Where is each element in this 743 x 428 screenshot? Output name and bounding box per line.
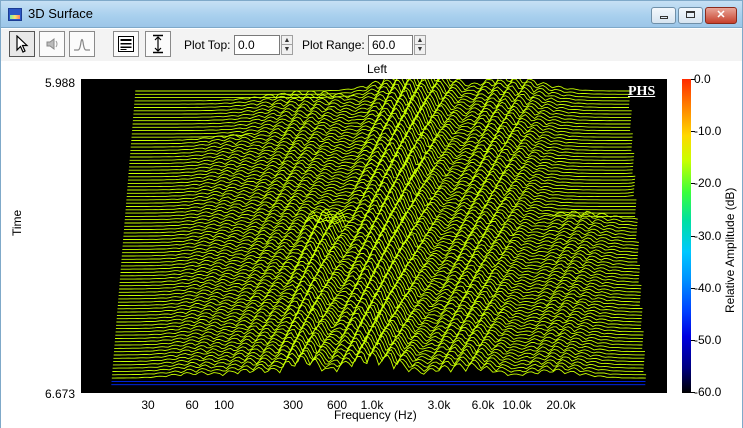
colorbar-label: -40.0 xyxy=(694,281,722,295)
spin-down-icon[interactable]: ▼ xyxy=(415,45,425,54)
maximize-button[interactable] xyxy=(678,7,703,24)
window: 3D Surface ✕ Plot Top: 0.0 ▲ ▼ Plot Rang… xyxy=(0,0,743,428)
y-axis-bottom-label: 6.673 xyxy=(45,387,76,401)
y-axis-label: Time xyxy=(10,209,24,236)
vertical-expand-icon xyxy=(153,34,163,54)
plot-top-label: Plot Top: xyxy=(184,38,231,52)
colorbar-label: -30.0 xyxy=(694,229,722,243)
plot-title: Left xyxy=(366,62,387,76)
maximize-icon xyxy=(686,11,695,18)
colorbar-label: -20.0 xyxy=(694,176,722,190)
window-title: 3D Surface xyxy=(28,6,94,21)
plot-top-spinner[interactable]: ▲ ▼ xyxy=(281,35,293,55)
x-tick-label: 6.0k xyxy=(471,398,495,412)
colorbar-label: -10.0 xyxy=(694,124,722,138)
spin-up-icon[interactable]: ▲ xyxy=(282,36,292,45)
x-tick-label: 3.0k xyxy=(427,398,451,412)
plot-range-label: Plot Range: xyxy=(302,38,365,52)
surface-trace xyxy=(134,79,630,99)
plot-range-input[interactable] xyxy=(368,35,413,55)
plot-area: Left Time 5.988 6.673 PHS 30 60 100 300 … xyxy=(1,61,742,428)
colorbar-label: -60.0 xyxy=(694,385,722,399)
close-button[interactable]: ✕ xyxy=(705,7,737,24)
x-tick-label: 10.0k xyxy=(502,398,532,412)
surface-trace xyxy=(119,259,642,287)
waterfall-plot[interactable] xyxy=(81,79,667,393)
title-bar[interactable]: 3D Surface ✕ xyxy=(1,1,742,28)
x-tick-label: 300 xyxy=(282,398,304,412)
colorbar-label: -50.0 xyxy=(694,333,722,347)
colorbar-title: Relative Amplitude (dB) xyxy=(723,187,737,313)
spin-up-icon[interactable]: ▲ xyxy=(415,36,425,45)
surface-trace xyxy=(112,342,644,369)
app-icon xyxy=(8,8,22,21)
x-tick-label: 30 xyxy=(141,398,155,412)
toolbar: Plot Top: ▲▼ Plot Range: ▲▼ xyxy=(1,29,742,61)
panel-list-icon xyxy=(118,36,134,52)
phs-logo: PHS xyxy=(628,84,656,99)
pointer-tool-button[interactable] xyxy=(9,31,35,57)
spin-down-icon[interactable]: ▼ xyxy=(282,45,292,54)
minimize-icon xyxy=(659,16,668,19)
minimize-button[interactable] xyxy=(651,7,676,24)
cursor-arrow-icon xyxy=(16,35,29,53)
x-tick-label: 20.0k xyxy=(546,398,576,412)
x-axis-label: Frequency (Hz) xyxy=(334,408,417,422)
plot-top-input[interactable] xyxy=(234,35,280,55)
y-axis-top-label: 5.988 xyxy=(45,76,76,90)
peak-tool-button[interactable] xyxy=(69,31,95,57)
x-tick-label: 100 xyxy=(213,398,235,412)
speaker-tool-button[interactable] xyxy=(39,31,65,57)
settings-panel-button[interactable] xyxy=(113,31,139,57)
peak-curve-icon xyxy=(74,38,90,51)
vertical-range-button[interactable] xyxy=(145,31,171,57)
x-tick-label: 60 xyxy=(185,398,199,412)
close-icon: ✕ xyxy=(716,9,726,21)
colorbar xyxy=(682,79,691,393)
waterfall-surface xyxy=(111,79,647,386)
plot-range-spinner[interactable]: ▲ ▼ xyxy=(414,35,426,55)
speaker-icon xyxy=(46,38,58,50)
colorbar-label: 0.0 xyxy=(694,72,711,86)
